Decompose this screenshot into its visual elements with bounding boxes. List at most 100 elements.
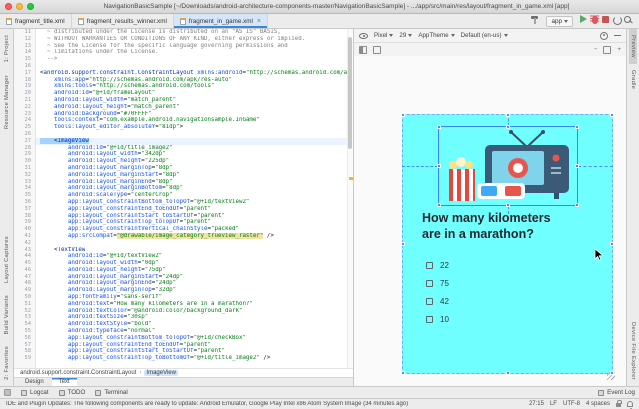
code-editor[interactable]: 11 ~ distributed under the License is di… — [14, 29, 353, 368]
code-line[interactable]: 12 ~ WITHOUT WARRANTIES OR CONDITIONS OF… — [14, 35, 353, 43]
selection-handle[interactable] — [610, 242, 614, 246]
zoom-in-icon[interactable]: + — [617, 46, 621, 53]
zoom-window-button[interactable] — [27, 3, 34, 10]
caret-position[interactable]: 27:15 — [529, 401, 544, 407]
code-line[interactable]: 43 <TextView — [14, 246, 353, 254]
code-line[interactable]: 39 app:layout_constraintTop_toTopOf="par… — [14, 219, 353, 227]
code-line[interactable]: 30 android:layout_height="225dp" — [14, 158, 353, 165]
code-line[interactable]: 34 android:layout_marginBottom="8dp" — [14, 185, 353, 193]
selection-handle[interactable] — [506, 203, 510, 207]
selection-handle[interactable] — [437, 125, 441, 129]
code-line[interactable]: 32 android:layout_marginStart="8dp" — [14, 171, 353, 179]
status-message[interactable]: IDE and Plugin Updates: The following co… — [6, 401, 523, 407]
play-icon[interactable] — [578, 14, 589, 25]
answer-option[interactable]: 42 — [426, 292, 449, 310]
code-line[interactable]: 50 app:fontFamily="sans-serif" — [14, 294, 353, 301]
code-line[interactable]: 33 android:layout_marginEnd="8dp" — [14, 178, 353, 186]
tool-window-button-todo[interactable]: TODO — [58, 389, 85, 396]
tool-window-button-build-variants[interactable]: Build Variants — [3, 289, 11, 341]
locale-selector[interactable]: Default (en-us) — [461, 32, 508, 39]
tool-window-button-2-favorites[interactable]: 2: Favorites — [3, 340, 11, 386]
window-titlebar[interactable]: NavigationBasicSample [~/Downloads/andro… — [0, 0, 639, 14]
stop-icon[interactable] — [600, 14, 611, 25]
checkbox[interactable] — [426, 315, 433, 323]
code-line[interactable]: 14 ~ limitations under the License. — [14, 49, 353, 57]
code-line[interactable]: 52 android:textColor="@android:color/bac… — [14, 307, 353, 315]
code-line[interactable]: 15 --> — [14, 56, 353, 63]
answer-option[interactable]: 10 — [426, 310, 449, 328]
scrollbar-thumb[interactable] — [348, 37, 352, 149]
selection-handle[interactable] — [401, 113, 405, 117]
close-window-button[interactable] — [5, 3, 12, 10]
code-line[interactable]: 59 app:layout_constraintTop_toBottomOf="… — [14, 355, 353, 363]
imageview-selection[interactable] — [437, 125, 579, 207]
code-line[interactable]: 31 android:layout_marginTop="8dp" — [14, 164, 353, 172]
tool-window-button-preview[interactable]: Preview — [629, 29, 637, 64]
code-line[interactable]: 47 android:layout_marginStart="24dp" — [14, 273, 353, 281]
selection-handle[interactable] — [505, 113, 510, 117]
code-line[interactable]: 17 <android.support.constraint.Constraint… — [14, 69, 353, 77]
code-line[interactable]: 36 app:layout_constraintBottom_toTopOf="… — [14, 198, 353, 206]
file-tab-fragment-title-xml[interactable]: fragment_title.xml — [0, 14, 72, 28]
tool-window-button-gradle[interactable]: Gradle — [629, 64, 637, 95]
code-line[interactable]: 35 android:scaleType="centerCrop" — [14, 192, 353, 199]
code-line[interactable]: 18 xmlns:app="http://schemas.android.com… — [14, 76, 353, 84]
zoom-fit-icon[interactable] — [603, 45, 612, 54]
orientation-icon[interactable] — [373, 45, 381, 54]
checkbox[interactable] — [426, 261, 433, 269]
code-line[interactable]: 16 — [14, 62, 353, 70]
code-line[interactable]: 22 android:layout_height="match_parent" — [14, 103, 353, 111]
code-line[interactable]: 38 app:layout_constraintStart_toStartOf=… — [14, 212, 353, 220]
code-line[interactable]: 41 app:srcCompat="@drawable/image_catego… — [14, 232, 353, 240]
hide-panel-icon[interactable] — [614, 34, 621, 37]
minimize-window-button[interactable] — [16, 3, 23, 10]
checkbox[interactable] — [426, 279, 433, 287]
file-tab-fragment-in-game-xml[interactable]: fragment_in_game.xml × — [173, 14, 269, 28]
checkbox[interactable] — [426, 297, 433, 305]
code-line[interactable]: 46 android:layout_height="75dp" — [14, 266, 353, 274]
tool-window-button-event-log[interactable]: Event Log — [598, 389, 635, 396]
theme-selector[interactable]: AppTheme — [418, 32, 455, 39]
code-line[interactable]: 57 app:layout_constraintEnd_toEndOf="par… — [14, 341, 353, 349]
breadcrumb-item-imageview[interactable]: ImageView — [144, 370, 178, 376]
device-screen[interactable]: How many kilometers are in a marathon? 2… — [401, 113, 614, 375]
sync-icon[interactable] — [611, 14, 622, 25]
code-line[interactable]: 49 android:layout_marginTop="32dp" — [14, 287, 353, 295]
selection-handle[interactable] — [401, 371, 405, 375]
lock-icon[interactable] — [616, 400, 622, 407]
selection-handle[interactable] — [575, 164, 579, 168]
code-line[interactable]: 58 app:layout_constraintStart_toStartOf=… — [14, 348, 353, 356]
selection-handle[interactable] — [437, 164, 441, 168]
design-surface[interactable]: How many kilometers are in a marathon? 2… — [354, 56, 627, 386]
tool-window-button-terminal[interactable]: Terminal — [95, 389, 128, 396]
answer-option[interactable]: 75 — [426, 274, 449, 292]
selection-handle[interactable] — [437, 203, 441, 207]
mode-tab-design[interactable]: Design — [18, 378, 51, 386]
tool-window-button-1-project[interactable]: 1: Project — [3, 29, 11, 69]
tool-window-button-device-file-explorer[interactable]: Device File Explorer — [629, 316, 637, 386]
code-line[interactable]: 54 android:textStyle="bold" — [14, 321, 353, 329]
code-line[interactable]: 48 android:layout_marginEnd="24dp" — [14, 280, 353, 288]
indent-indicator[interactable]: 4 spaces — [586, 401, 610, 407]
selection-handle[interactable] — [610, 371, 614, 375]
breadcrumb-item-android-support-constraint-constraintlayout[interactable]: android.support.constraint.ConstraintLay… — [20, 370, 136, 376]
line-ending-indicator[interactable]: LF — [550, 401, 557, 407]
code-line[interactable]: 13 ~ See the License for the specific la… — [14, 42, 353, 50]
code-line[interactable]: 11 ~ distributed under the License is di… — [14, 29, 353, 36]
zoom-out-icon[interactable]: − — [594, 46, 598, 53]
code-line[interactable]: 37 app:layout_constraintEnd_toEndOf="par… — [14, 205, 353, 213]
api-level-selector[interactable]: 29 — [399, 32, 413, 39]
code-line[interactable]: 51 android:text="How many kilometers are… — [14, 300, 353, 308]
mode-tab-text[interactable]: Text — [51, 378, 77, 386]
code-line[interactable]: 26 — [14, 130, 353, 138]
run-configuration-dropdown[interactable]: app — [546, 15, 573, 27]
code-line[interactable]: 24 tools:context="com.example.android.na… — [14, 117, 353, 125]
code-line[interactable]: 44 android:id="@+id/textView2" — [14, 253, 353, 261]
code-line[interactable]: 23 android:background="#70FFFF" — [14, 110, 353, 118]
close-tab-icon[interactable]: × — [257, 18, 261, 25]
code-line[interactable]: 45 android:layout_width="0dp" — [14, 260, 353, 267]
tool-window-button-resource-manager[interactable]: Resource Manager — [3, 69, 11, 135]
selection-handle[interactable] — [575, 203, 579, 207]
preview-settings-icon[interactable] — [600, 31, 608, 40]
code-line[interactable]: 55 android:typeface="normal" — [14, 328, 353, 335]
